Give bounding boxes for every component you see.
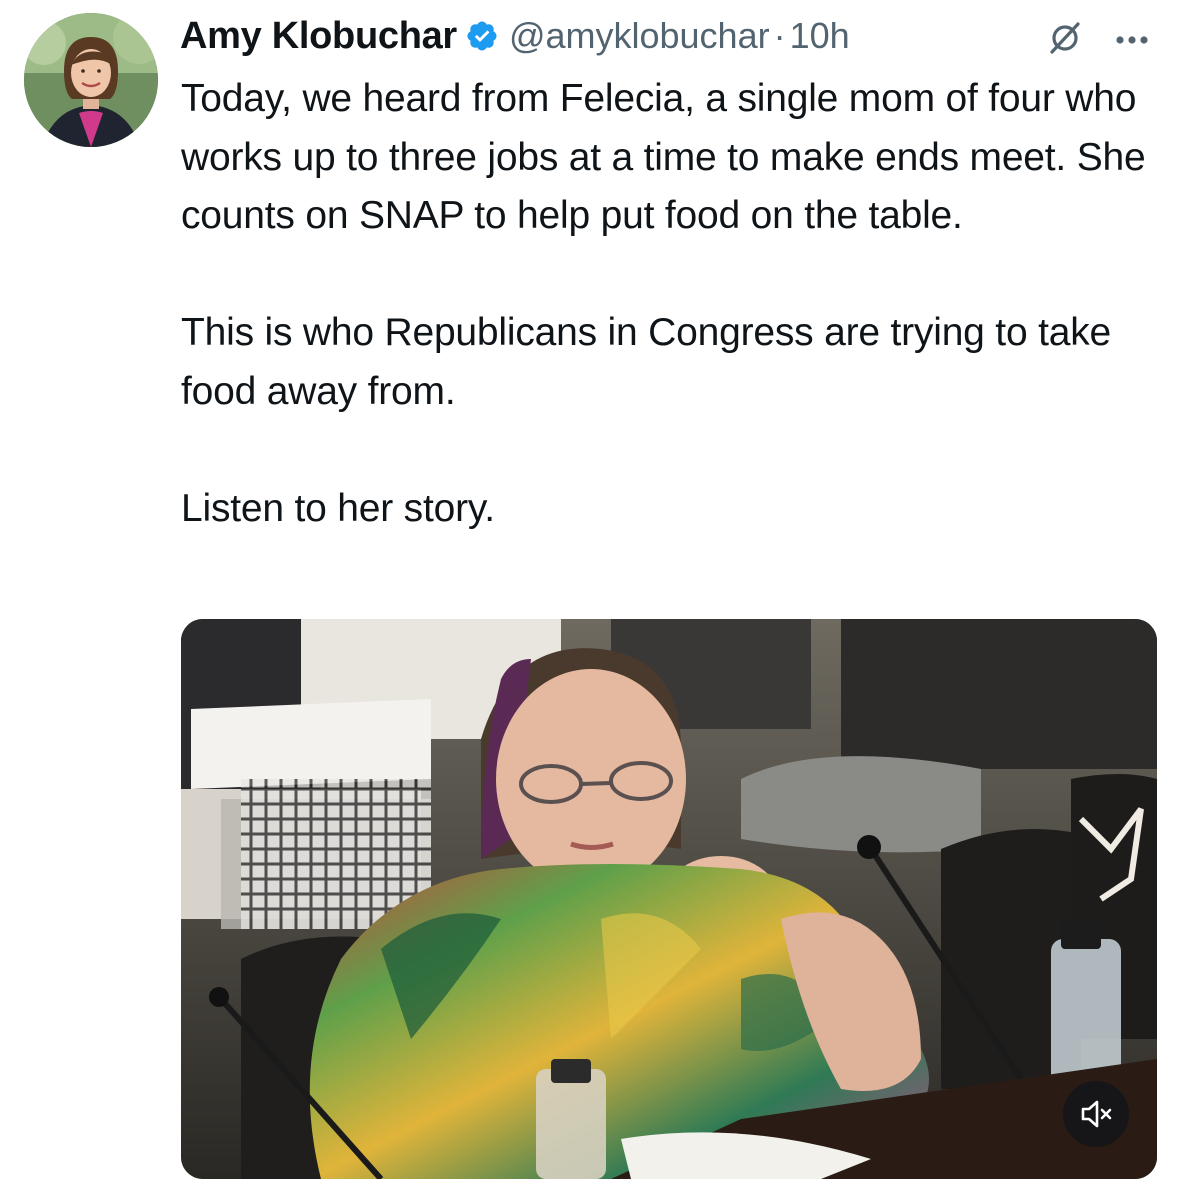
author-handle[interactable]: @amyklobuchar	[509, 15, 770, 57]
tweet-paragraph: Listen to her story.	[181, 486, 495, 530]
tweet-header: Amy Klobuchar @amyklobuchar · 10h	[180, 10, 1160, 62]
author-avatar[interactable]	[24, 13, 158, 147]
header-separator: ·	[773, 15, 786, 56]
avatar-image	[24, 13, 158, 147]
video-frame	[181, 619, 1157, 1179]
grok-icon[interactable]	[1045, 18, 1085, 58]
tweet-paragraph: Today, we heard from Felecia, a single m…	[181, 77, 1146, 237]
author-display-name[interactable]: Amy Klobuchar	[180, 15, 457, 58]
video-player[interactable]	[181, 619, 1157, 1179]
mute-button[interactable]	[1063, 1081, 1129, 1147]
tweet[interactable]: Amy Klobuchar @amyklobuchar · 10h Today,	[0, 0, 1183, 1200]
tweet-timestamp[interactable]: 10h	[790, 15, 850, 57]
more-options-icon[interactable]	[1110, 18, 1154, 58]
verified-badge-icon	[465, 19, 499, 53]
tweet-text: Today, we heard from Felecia, a single m…	[181, 70, 1161, 538]
volume-muted-icon	[1081, 1100, 1112, 1128]
tweet-paragraph: This is who Republicans in Congress are …	[181, 311, 1111, 413]
